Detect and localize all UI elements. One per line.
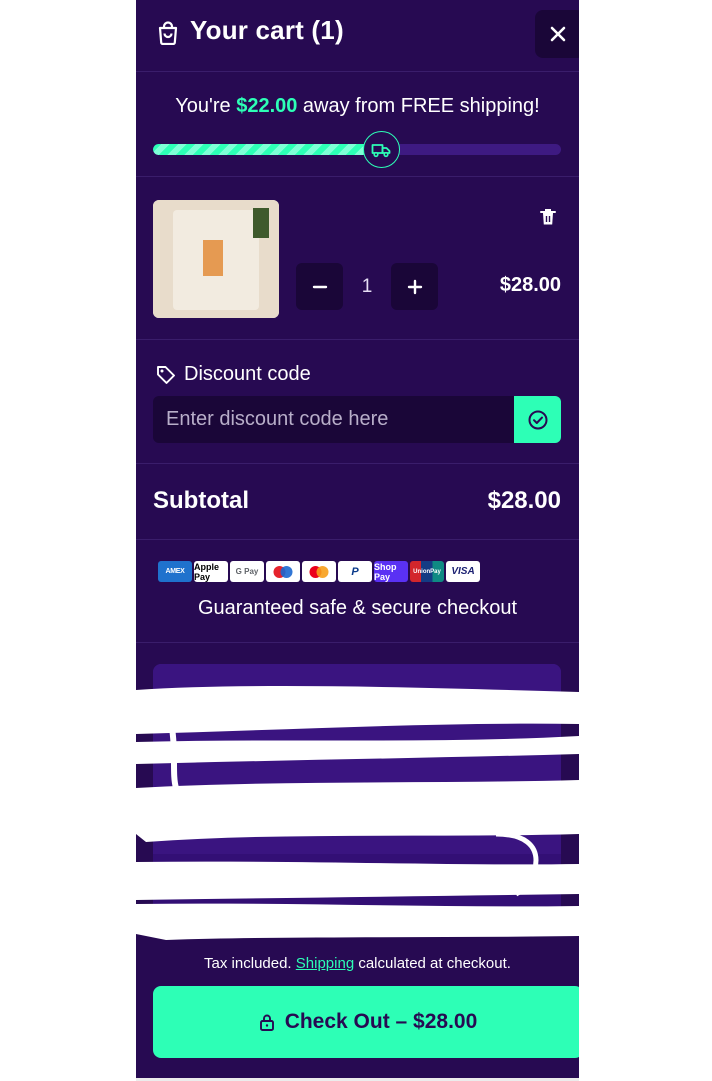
- shopping-bag-icon: [158, 21, 178, 45]
- cart-drawer: Your cart (1) You're $22.00 away from FR…: [136, 0, 579, 1081]
- discount-code-input[interactable]: [153, 396, 515, 443]
- tax-note-prefix: Tax included.: [204, 955, 296, 972]
- visa-icon: VISA: [446, 561, 480, 582]
- subtotal-value: $28.00: [487, 487, 561, 514]
- shipping-message-prefix: You're: [175, 95, 237, 117]
- lock-icon: [259, 1014, 274, 1031]
- free-shipping-message: You're $22.00 away from FREE shipping!: [136, 95, 579, 118]
- quantity-decrease-button[interactable]: [296, 263, 343, 310]
- cart-header: Your cart (1): [136, 0, 579, 72]
- checkout-label: Check Out – $28.00: [284, 1010, 478, 1033]
- close-cart-button[interactable]: [535, 10, 579, 58]
- shipping-amount-remaining: $22.00: [236, 95, 298, 117]
- plus-icon: [407, 279, 422, 294]
- secure-checkout-text: Guaranteed safe & secure checkout: [197, 597, 518, 619]
- payment-icons: AMEX Apple Pay G Pay P Shop Pay UnionPay…: [158, 561, 480, 582]
- free-shipping-progress: You're $22.00 away from FREE shipping!: [136, 73, 579, 177]
- cart-line-item: 1 $28.00: [136, 178, 579, 340]
- tag-icon: [157, 366, 175, 384]
- paypal-icon: P: [338, 561, 372, 582]
- minus-icon: [312, 285, 327, 288]
- shop-pay-icon: Shop Pay: [374, 561, 408, 582]
- redaction-scribble: [136, 686, 579, 940]
- shipping-message-suffix: away from FREE shipping!: [297, 95, 540, 117]
- amex-icon: AMEX: [158, 561, 192, 582]
- progress-fill: [153, 144, 381, 155]
- quantity-increase-button[interactable]: [391, 263, 438, 310]
- maestro-icon: [266, 561, 300, 582]
- subtotal-label: Subtotal: [153, 487, 249, 514]
- discount-section: Discount code: [136, 341, 579, 464]
- check-circle-icon: [528, 410, 547, 429]
- progress-track: [153, 144, 561, 155]
- payment-methods: AMEX Apple Pay G Pay P Shop Pay UnionPay…: [136, 541, 579, 643]
- apply-discount-button[interactable]: [514, 396, 561, 443]
- cart-title: Your cart (1): [190, 15, 344, 45]
- discount-label: Discount code: [184, 363, 311, 385]
- product-image-placeholder: [153, 200, 279, 318]
- google-pay-icon: G Pay: [230, 561, 264, 582]
- apple-pay-icon: Apple Pay: [194, 561, 228, 582]
- subtotal-row: Subtotal $28.00: [136, 465, 579, 540]
- unionpay-icon: UnionPay: [410, 561, 444, 582]
- product-image[interactable]: [153, 200, 279, 318]
- mastercard-icon: [302, 561, 336, 582]
- quantity-value[interactable]: 1: [343, 263, 391, 310]
- shipping-link[interactable]: Shipping: [296, 955, 354, 972]
- trash-icon[interactable]: [540, 208, 556, 226]
- line-item-price: $28.00: [499, 274, 561, 296]
- close-icon: [550, 26, 566, 42]
- progress-badge: [362, 131, 400, 168]
- checkout-button[interactable]: Check Out – $28.00: [153, 986, 579, 1058]
- tax-note: Tax included. Shipping calculated at che…: [136, 955, 579, 972]
- tax-note-suffix: calculated at checkout.: [354, 955, 511, 972]
- truck-icon: [371, 143, 391, 157]
